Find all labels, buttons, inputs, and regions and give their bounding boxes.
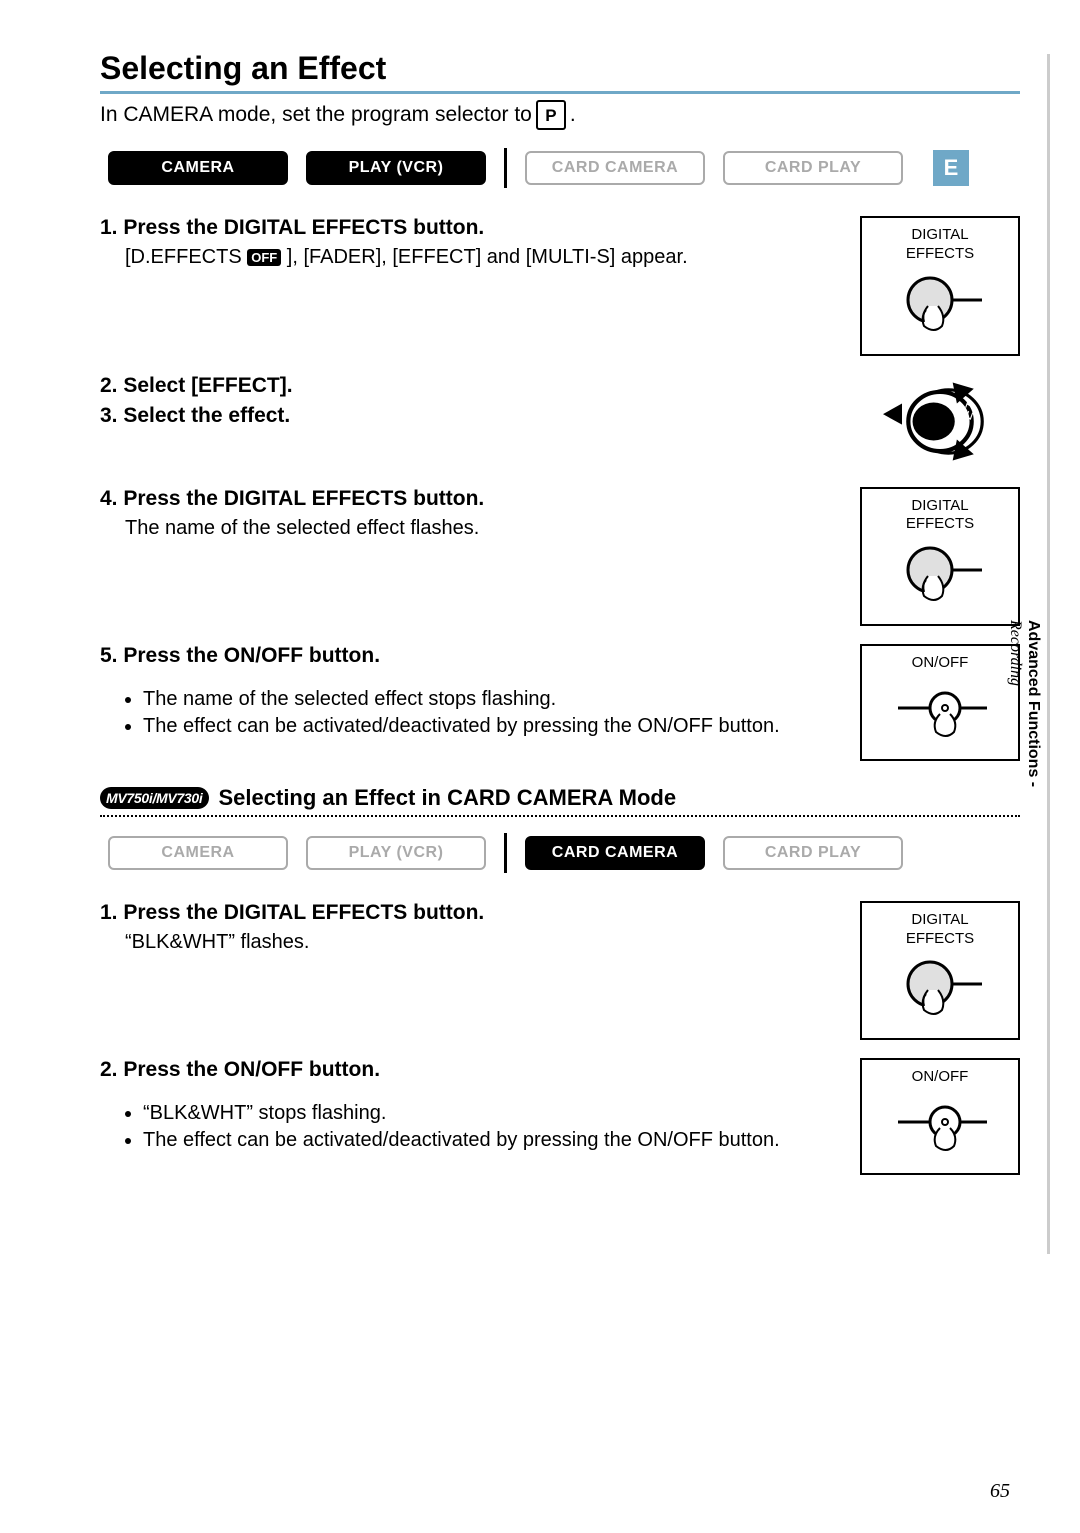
step-desc-suffix: ], [FADER], [EFFECT] and [MULTI-S] appea…	[281, 246, 687, 268]
mode-separator	[504, 833, 507, 873]
mode-chip: CARD PLAY	[723, 836, 903, 870]
step-heading: Select [EFFECT].	[123, 374, 292, 397]
press-button-icon	[890, 540, 990, 610]
mode-chip: PLAY (VCR)	[306, 836, 486, 870]
illus-label-line2: EFFECTS	[906, 930, 974, 947]
program-selector-p-icon: P	[536, 100, 566, 130]
intro-suffix: .	[570, 103, 576, 127]
step-item: 5. Press the ON/OFF button. The name of …	[100, 644, 1020, 761]
dotted-divider	[100, 815, 1020, 817]
mode-chip: CARD CAMERA	[525, 151, 705, 185]
step-heading: Press the ON/OFF button.	[123, 644, 380, 667]
mode-chip: CAMERA	[108, 836, 288, 870]
press-small-button-icon	[890, 1093, 990, 1163]
step-bullet: The effect can be activated/deactivated …	[143, 715, 838, 738]
step-bullet: “BLK&WHT” stops flashing.	[143, 1102, 838, 1125]
step-number: 2.	[100, 1058, 118, 1081]
subheading: Selecting an Effect in CARD CAMERA Mode	[219, 785, 677, 811]
set-dial-icon: SET	[870, 374, 1010, 469]
side-tab: Advanced Functions - Recording	[1006, 620, 1042, 787]
step-number: 5.	[100, 644, 118, 667]
illus-label-line1: DIGITAL	[911, 497, 968, 514]
illus-label-line1: DIGITAL	[911, 226, 968, 243]
step-desc: “BLK&WHT” flashes.	[125, 931, 838, 954]
step-number: 3.	[100, 404, 118, 427]
illustration-onoff: ON/OFF	[860, 644, 1020, 761]
step-item: 2. Select [EFFECT]. 3. Select the effect…	[100, 374, 1020, 469]
press-small-button-icon	[890, 679, 990, 749]
step-item: 1. Press the DIGITAL EFFECTS button. [D.…	[100, 216, 1020, 356]
step-item: 1. Press the DIGITAL EFFECTS button. “BL…	[100, 901, 1020, 1041]
step-heading: Press the DIGITAL EFFECTS button.	[123, 901, 484, 924]
press-button-icon	[890, 954, 990, 1024]
step-item: 2. Press the ON/OFF button. “BLK&WHT” st…	[100, 1058, 1020, 1175]
step-bullet: The effect can be activated/deactivated …	[143, 1129, 838, 1152]
mode-chip: CARD PLAY	[723, 151, 903, 185]
step-desc: The name of the selected effect flashes.	[125, 517, 838, 540]
manual-page: Selecting an Effect In CAMERA mode, set …	[0, 0, 1080, 1533]
page-title: Selecting an Effect	[100, 50, 1020, 94]
press-button-icon	[890, 270, 990, 340]
side-section: Advanced Functions -	[1025, 620, 1042, 787]
mode-row-top: CAMERA PLAY (VCR) CARD CAMERA CARD PLAY …	[108, 148, 1020, 188]
step-number: 2.	[100, 374, 118, 397]
side-ornament	[1047, 54, 1050, 1254]
mode-chip: CARD CAMERA	[525, 836, 705, 870]
illustration-onoff: ON/OFF	[860, 1058, 1020, 1175]
step-bullet: The name of the selected effect stops fl…	[143, 688, 838, 711]
intro-line: In CAMERA mode, set the program selector…	[100, 100, 1020, 130]
page-number: 65	[990, 1480, 1010, 1503]
model-badge: MV750i/MV730i	[100, 787, 209, 809]
intro-prefix: In CAMERA mode, set the program selector…	[100, 103, 532, 127]
step-heading: Press the DIGITAL EFFECTS button.	[123, 216, 484, 239]
step-number: 1.	[100, 216, 118, 239]
subheading-row: MV750i/MV730i Selecting an Effect in CAR…	[100, 785, 1020, 811]
mode-chip: CAMERA	[108, 151, 288, 185]
illus-label-line2: EFFECTS	[906, 515, 974, 532]
mode-chip: PLAY (VCR)	[306, 151, 486, 185]
illus-label-line1: DIGITAL	[911, 911, 968, 928]
e-tab-icon: E	[933, 150, 969, 186]
mode-row-bottom: CAMERA PLAY (VCR) CARD CAMERA CARD PLAY	[108, 833, 1020, 873]
mode-separator	[504, 148, 507, 188]
illustration-digital-effects: DIGITAL EFFECTS	[860, 487, 1020, 627]
step-item: 4. Press the DIGITAL EFFECTS button. The…	[100, 487, 1020, 627]
illustration-digital-effects: DIGITAL EFFECTS	[860, 216, 1020, 356]
illus-label-line1: ON/OFF	[912, 1068, 969, 1085]
step-desc-prefix: [D.EFFECTS	[125, 246, 247, 268]
step-heading: Select the effect.	[123, 404, 290, 427]
off-chip-icon: OFF	[247, 249, 281, 266]
step-heading: Press the ON/OFF button.	[123, 1058, 380, 1081]
side-category: Recording	[1007, 620, 1024, 686]
step-number: 1.	[100, 901, 118, 924]
illus-label-line2: EFFECTS	[906, 245, 974, 262]
illustration-digital-effects: DIGITAL EFFECTS	[860, 901, 1020, 1041]
step-number: 4.	[100, 487, 118, 510]
illustration-set-dial: SET	[860, 374, 1020, 469]
illus-label-line1: ON/OFF	[912, 654, 969, 671]
step-heading: Press the DIGITAL EFFECTS button.	[123, 487, 484, 510]
